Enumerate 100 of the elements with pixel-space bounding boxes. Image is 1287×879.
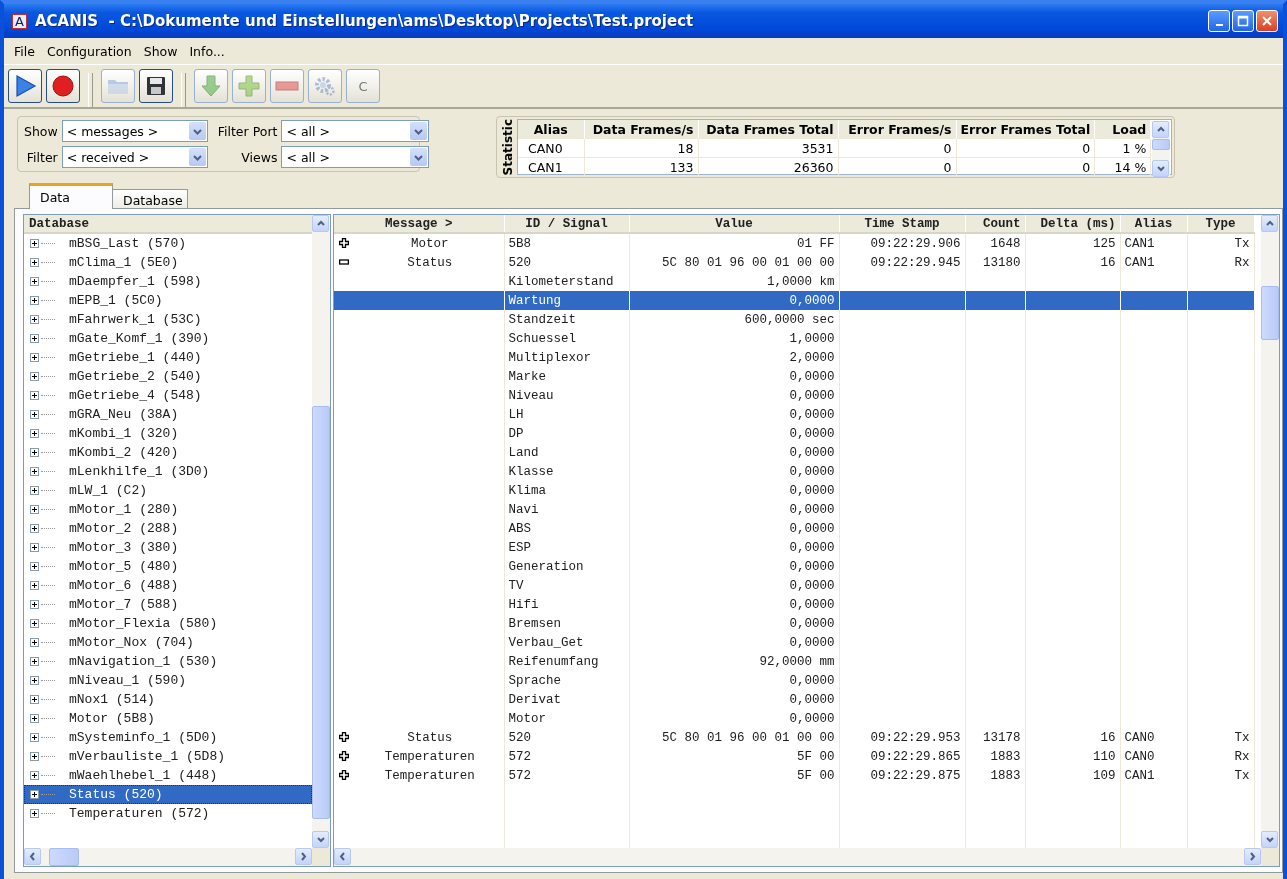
tree-item[interactable]: mMotor_6 (488) (24, 576, 312, 595)
plus-box-icon[interactable] (30, 752, 39, 761)
plus-icon[interactable] (339, 770, 349, 780)
tab[interactable]: Data (29, 183, 113, 209)
tree-item[interactable]: mGate_Komf_1 (390) (24, 329, 312, 348)
tree-item[interactable]: mWaehlhebel_1 (448) (24, 766, 312, 785)
scroll-right-button[interactable] (295, 848, 312, 865)
plus-box-icon[interactable] (30, 315, 39, 324)
tree-item[interactable]: Status (520) (24, 785, 312, 804)
vertical-scrollbar[interactable] (1152, 121, 1171, 177)
plus-box-icon[interactable] (30, 676, 39, 685)
plus-icon[interactable] (339, 751, 349, 761)
plus-box-icon[interactable] (30, 429, 39, 438)
plus-box-icon[interactable] (30, 638, 39, 647)
plus-box-icon[interactable] (30, 543, 39, 552)
tree-item[interactable]: mEPB_1 (5C0) (24, 291, 312, 310)
table-row[interactable]: Wartung 0,0000 (334, 291, 1254, 310)
menu-item[interactable]: Info... (183, 41, 231, 61)
column-header[interactable]: Delta (ms) (1025, 215, 1120, 233)
tree-item[interactable]: mNox1 (514) (24, 690, 312, 709)
vertical-scrollbar[interactable] (312, 215, 330, 848)
scroll-up-button[interactable] (1152, 121, 1170, 138)
tree-item[interactable]: mKombi_1 (320) (24, 424, 312, 443)
tree-item[interactable]: mMotor_7 (588) (24, 595, 312, 614)
toolbar-button[interactable] (46, 69, 80, 103)
plus-box-icon[interactable] (30, 733, 39, 742)
plus-box-icon[interactable] (30, 258, 39, 267)
tree-item[interactable]: mKombi_2 (420) (24, 443, 312, 462)
tree-item[interactable]: mMotor_Flexia (580) (24, 614, 312, 633)
table-row[interactable]: Kilometerstand 1,0000 km (334, 272, 1254, 291)
tree-item[interactable]: mMotor_2 (288) (24, 519, 312, 538)
tree-item[interactable]: mMotor_3 (380) (24, 538, 312, 557)
plus-box-icon[interactable] (30, 505, 39, 514)
scroll-left-button[interactable] (334, 848, 351, 865)
tree-item[interactable]: Temperaturen (572) (24, 804, 312, 823)
tree-item[interactable]: mGetriebe_4 (548) (24, 386, 312, 405)
scroll-up-button[interactable] (312, 215, 329, 232)
plus-box-icon[interactable] (30, 410, 39, 419)
scroll-down-button[interactable] (312, 831, 329, 848)
tree-item[interactable]: mLenkhilfe_1 (3D0) (24, 462, 312, 481)
toolbar-button[interactable] (139, 69, 173, 103)
column-header[interactable]: Time Stamp (839, 215, 965, 233)
minimize-button[interactable] (1208, 10, 1230, 32)
dropdown[interactable]: < all > (281, 146, 430, 168)
dropdown[interactable]: < all > (281, 120, 430, 142)
menu-item[interactable]: File (8, 41, 41, 61)
tree-item[interactable]: mVerbauliste_1 (5D8) (24, 747, 312, 766)
plus-box-icon[interactable] (30, 581, 39, 590)
toolbar-button[interactable] (8, 69, 42, 103)
dropdown[interactable]: < received > (61, 146, 208, 168)
plus-box-icon[interactable] (30, 657, 39, 666)
tree-item[interactable]: mNavigation_1 (530) (24, 652, 312, 671)
plus-box-icon[interactable] (30, 467, 39, 476)
plus-box-icon[interactable] (30, 714, 39, 723)
plus-box-icon[interactable] (30, 695, 39, 704)
plus-box-icon[interactable] (30, 562, 39, 571)
tree-item[interactable]: mBSG_Last (570) (24, 234, 312, 253)
table-row[interactable]: Standzeit 600,0000 sec (334, 310, 1254, 329)
tree-item[interactable]: mClima_1 (5E0) (24, 253, 312, 272)
column-header[interactable]: Error Frames Total (956, 120, 1095, 139)
scroll-down-button[interactable] (1152, 160, 1170, 177)
column-header[interactable]: ID / Signal (504, 215, 629, 233)
column-header[interactable]: Alias (518, 120, 584, 139)
tab[interactable]: Database (112, 189, 188, 209)
plus-icon[interactable] (339, 732, 349, 742)
plus-box-icon[interactable] (30, 790, 39, 799)
plus-box-icon[interactable] (30, 486, 39, 495)
tree-item[interactable]: mMotor_5 (480) (24, 557, 312, 576)
plus-box-icon[interactable] (30, 524, 39, 533)
dropdown[interactable]: < messages > (61, 120, 208, 142)
column-header[interactable]: Value (629, 215, 839, 233)
tree-item[interactable]: mNiveau_1 (590) (24, 671, 312, 690)
column-header[interactable]: Data Frames/s (584, 120, 698, 139)
table-row[interactable]: Motor 5B8 01 FF 09:22:29.906 1648 125 CAN1 Tx (334, 233, 1254, 253)
scroll-left-button[interactable] (24, 848, 41, 865)
tree-item[interactable]: mLW_1 (C2) (24, 481, 312, 500)
scroll-down-button[interactable] (1261, 831, 1278, 848)
menu-item[interactable]: Show (137, 41, 184, 61)
plus-box-icon[interactable] (30, 334, 39, 343)
column-header[interactable]: Error Frames/s (838, 120, 956, 139)
plus-box-icon[interactable] (30, 600, 39, 609)
tree-item[interactable]: mFahrwerk_1 (53C) (24, 310, 312, 329)
plus-box-icon[interactable] (30, 448, 39, 457)
menu-item[interactable]: Configuration (40, 41, 138, 61)
tree-item[interactable]: mDaempfer_1 (598) (24, 272, 312, 291)
column-header[interactable]: Count (965, 215, 1025, 233)
tree-item[interactable]: mMotor_Nox (704) (24, 633, 312, 652)
column-header[interactable]: Database (24, 215, 312, 234)
plus-box-icon[interactable] (30, 372, 39, 381)
column-header[interactable]: Type (1187, 215, 1254, 233)
scroll-up-button[interactable] (1261, 215, 1278, 232)
minus-icon[interactable] (339, 257, 349, 267)
plus-icon[interactable] (339, 238, 349, 248)
tree-item[interactable]: Motor (5B8) (24, 709, 312, 728)
column-header[interactable]: Message > (334, 215, 504, 233)
tree-item[interactable]: mMotor_1 (280) (24, 500, 312, 519)
horizontal-scrollbar[interactable] (24, 848, 312, 866)
plus-box-icon[interactable] (30, 619, 39, 628)
scrollbar-thumb[interactable] (312, 405, 330, 819)
plus-box-icon[interactable] (30, 296, 39, 305)
